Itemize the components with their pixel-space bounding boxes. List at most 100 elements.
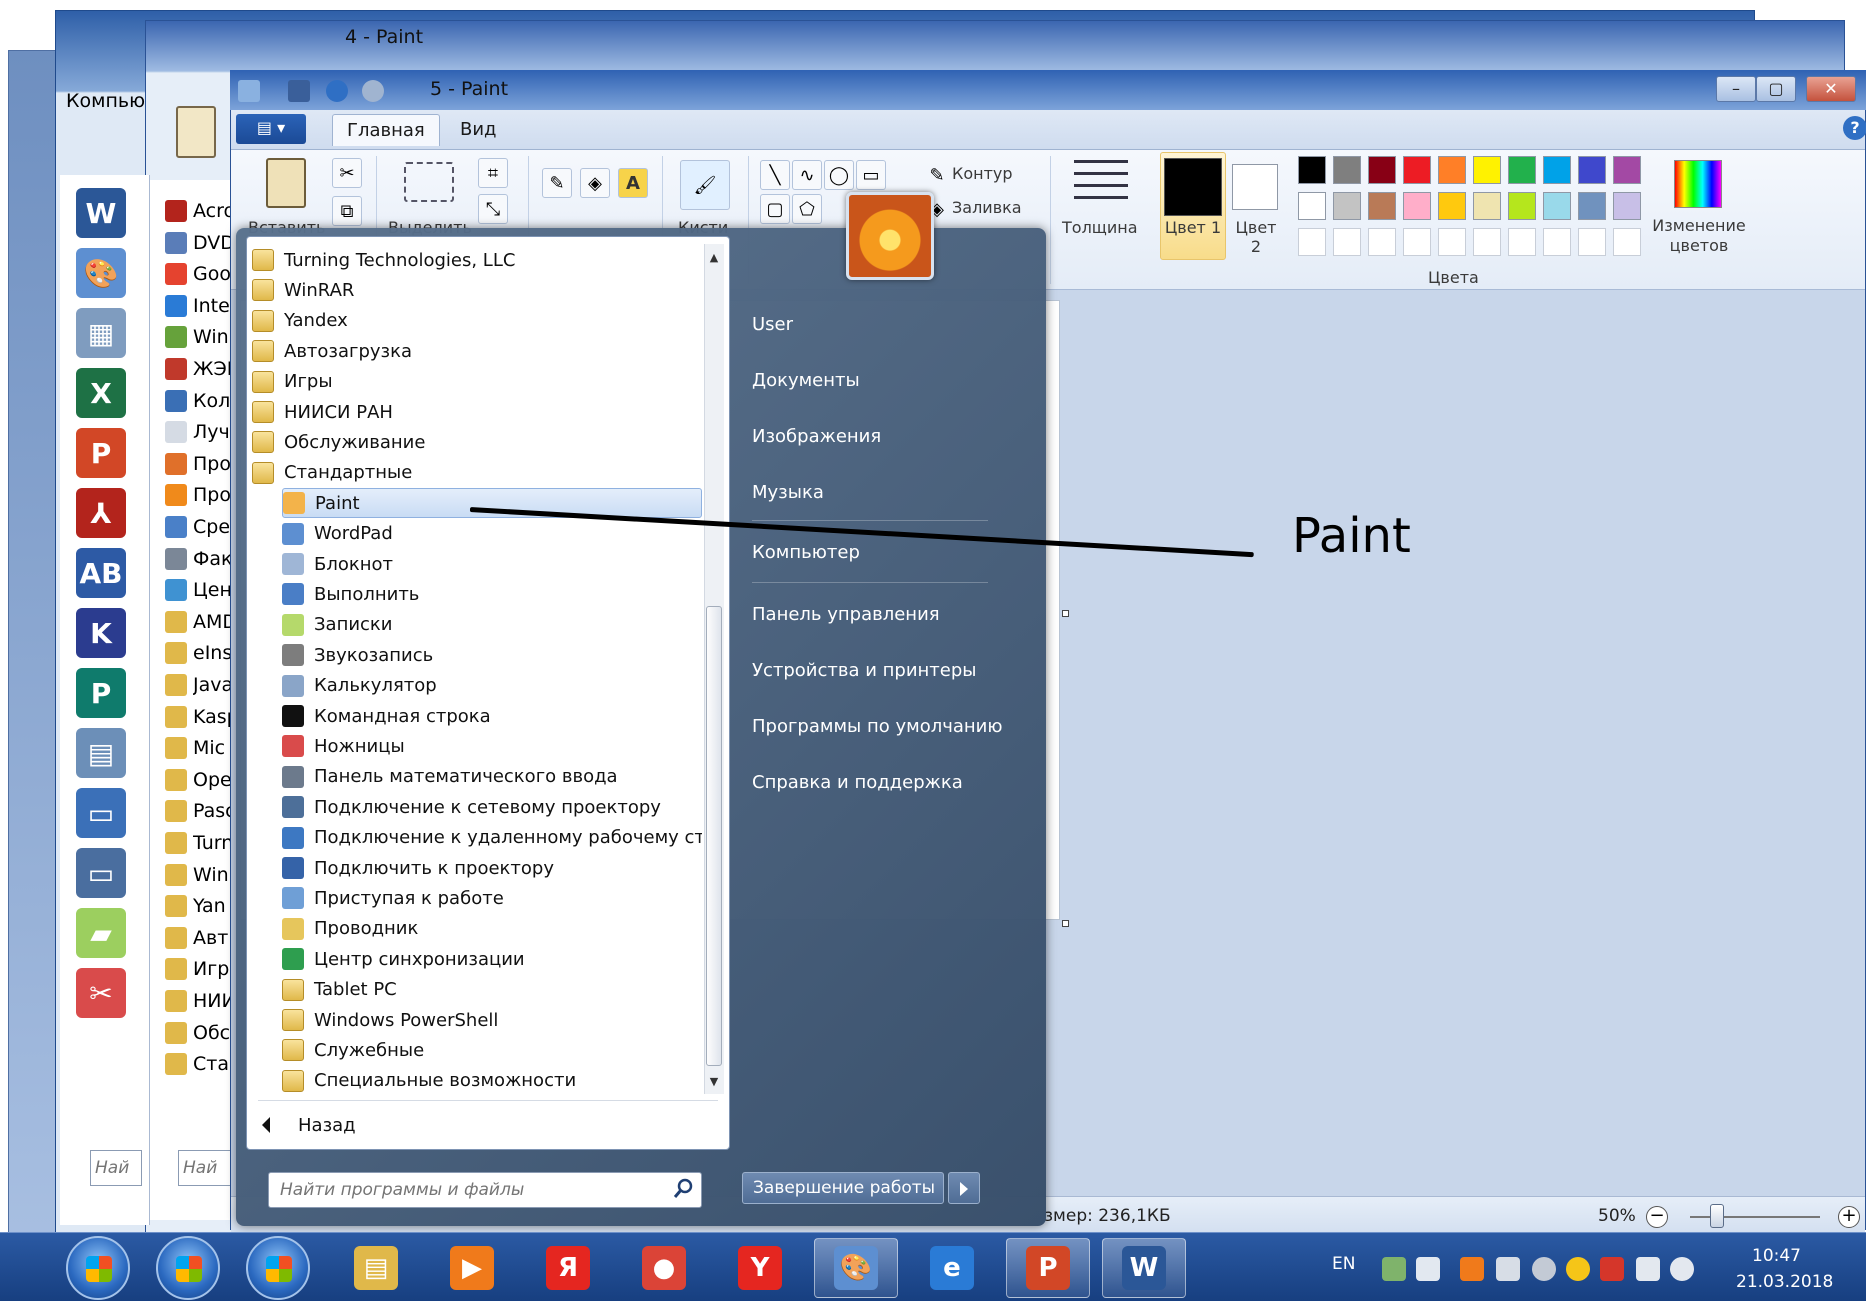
scissors-icon[interactable]: ✂	[76, 968, 126, 1018]
speaker-icon[interactable]	[1670, 1257, 1694, 1281]
start-link[interactable]: Документы	[752, 364, 860, 396]
clock-date[interactable]: 21.03.2018	[1736, 1272, 1833, 1292]
program-item[interactable]: Центр синхронизации	[282, 944, 702, 974]
monitor-icon[interactable]: ▭	[76, 788, 126, 838]
palette-swatch[interactable]	[1473, 156, 1501, 184]
program-folder[interactable]: Обслуживание	[252, 427, 702, 457]
program-item[interactable]: Подключить к проектору	[282, 853, 702, 883]
program-folder[interactable]: Автозагрузка	[252, 336, 702, 366]
program-folder[interactable]: WinRAR	[252, 275, 702, 305]
taskbar-button[interactable]: W	[1102, 1238, 1186, 1298]
curve-shape-icon[interactable]: ∿	[792, 160, 822, 190]
taskbar-button[interactable]: e	[910, 1238, 994, 1298]
palette-swatch[interactable]	[1438, 192, 1466, 220]
program-item[interactable]: Подключение к удаленному рабочему стол	[282, 823, 702, 853]
fill-bucket-icon[interactable]: ◈	[580, 168, 610, 198]
old-search-input-1[interactable]	[90, 1150, 142, 1186]
palette-swatch[interactable]	[1578, 156, 1606, 184]
cut-icon[interactable]: ✂	[332, 158, 362, 188]
program-folder[interactable]: Yandex	[252, 306, 702, 336]
shutdown-options-button[interactable]	[948, 1172, 980, 1204]
taskbar-button[interactable]: ●	[622, 1238, 706, 1298]
crop-icon[interactable]: ⌗	[478, 158, 508, 188]
flag-icon[interactable]	[1496, 1257, 1520, 1281]
resize-handle-corner[interactable]	[1062, 920, 1069, 927]
program-item[interactable]: Выполнить	[282, 579, 702, 609]
edit-colors-icon[interactable]	[1674, 160, 1722, 208]
palette-swatch-empty[interactable]	[1368, 228, 1396, 256]
programs-scroll-thumb[interactable]	[706, 606, 722, 1066]
palette-swatch-empty[interactable]	[1438, 228, 1466, 256]
palette-swatch[interactable]	[1403, 156, 1431, 184]
palette-swatch[interactable]	[1578, 192, 1606, 220]
pencil-icon[interactable]: ✎	[542, 168, 572, 198]
remote-desktop-icon[interactable]: ▭	[76, 848, 126, 898]
rectangle-shape-icon[interactable]: ▭	[856, 160, 886, 190]
program-item[interactable]: WordPad	[282, 519, 702, 549]
taskbar-button[interactable]: ▶	[430, 1238, 514, 1298]
word-icon[interactable]: W	[76, 188, 126, 238]
settings-tray-icon[interactable]	[1532, 1257, 1556, 1281]
line-shape-icon[interactable]: ╲	[760, 160, 790, 190]
volume-mute-icon[interactable]	[1416, 1257, 1440, 1281]
program-item[interactable]: Приступая к работе	[282, 883, 702, 913]
excel-icon[interactable]: X	[76, 368, 126, 418]
resize-icon[interactable]: ⤡	[478, 194, 508, 224]
publisher-icon[interactable]: P	[76, 668, 126, 718]
taskbar-button[interactable]: P	[1006, 1238, 1090, 1298]
palette-swatch[interactable]	[1613, 192, 1641, 220]
palette-swatch[interactable]	[1333, 156, 1361, 184]
start-link[interactable]: Панель управления	[752, 598, 940, 630]
paint-icon[interactable]: 🎨	[76, 248, 126, 298]
calculator-icon[interactable]: ▦	[76, 308, 126, 358]
palette-swatch-empty[interactable]	[1613, 228, 1641, 256]
clipboard-paste-icon[interactable]	[266, 158, 306, 208]
palette-swatch[interactable]	[1543, 192, 1571, 220]
palette-swatch[interactable]	[1333, 192, 1361, 220]
program-item[interactable]: Панель математического ввода	[282, 762, 702, 792]
minimize-button[interactable]: –	[1716, 76, 1756, 102]
select-icon[interactable]	[404, 162, 454, 202]
search-icon[interactable]	[672, 1178, 694, 1200]
alert-icon[interactable]	[1566, 1257, 1590, 1281]
program-item[interactable]: Проводник	[282, 914, 702, 944]
start-search-input[interactable]	[280, 1176, 660, 1204]
text-tool-icon[interactable]: A	[618, 168, 648, 198]
program-item[interactable]: Ножницы	[282, 731, 702, 761]
app-tray-icon[interactable]	[1460, 1257, 1484, 1281]
start-link[interactable]: Изображения	[752, 420, 881, 452]
scroll-down-icon[interactable]: ▼	[706, 1074, 722, 1090]
palette-swatch[interactable]	[1298, 156, 1326, 184]
taskbar-button[interactable]: 🎨	[814, 1238, 898, 1298]
palette-swatch[interactable]	[1508, 156, 1536, 184]
palette-swatch[interactable]	[1473, 192, 1501, 220]
palette-swatch-empty[interactable]	[1403, 228, 1431, 256]
palette-swatch[interactable]	[1368, 192, 1396, 220]
network-icon[interactable]	[1382, 1257, 1406, 1281]
program-folder[interactable]: Tablet PC	[282, 975, 702, 1005]
tab-view[interactable]: Вид	[446, 114, 511, 146]
program-folder[interactable]: Turning Technologies, LLC	[252, 245, 702, 275]
shutdown-button[interactable]: Завершение работы	[742, 1172, 944, 1204]
zoom-in-button[interactable]: +	[1838, 1206, 1860, 1228]
close-button[interactable]: ✕	[1806, 76, 1856, 102]
scroll-up-icon[interactable]: ▲	[706, 250, 722, 266]
program-folder[interactable]: Windows PowerShell	[282, 1005, 702, 1035]
old-search-input-2[interactable]	[178, 1150, 234, 1186]
maximize-button[interactable]: ▢	[1756, 76, 1796, 102]
user-avatar[interactable]	[846, 192, 934, 280]
program-item[interactable]: Блокнот	[282, 549, 702, 579]
antivirus-icon[interactable]	[1600, 1257, 1624, 1281]
start-link[interactable]: Музыка	[752, 476, 824, 508]
abbyy-icon[interactable]: AB	[76, 548, 126, 598]
taskbar-button[interactable]: Я	[526, 1238, 610, 1298]
file-menu-button[interactable]: ▤ ▾	[236, 114, 306, 144]
zoom-out-button[interactable]: −	[1646, 1206, 1668, 1228]
save-icon[interactable]	[288, 80, 310, 102]
palette-swatch[interactable]	[1508, 192, 1536, 220]
program-folder[interactable]: Игры	[252, 367, 702, 397]
polygon-shape-icon[interactable]: ⬠	[792, 194, 822, 224]
start-orb-back-1[interactable]	[66, 1236, 130, 1300]
kaspersky-icon[interactable]: K	[76, 608, 126, 658]
palette-swatch[interactable]	[1613, 156, 1641, 184]
